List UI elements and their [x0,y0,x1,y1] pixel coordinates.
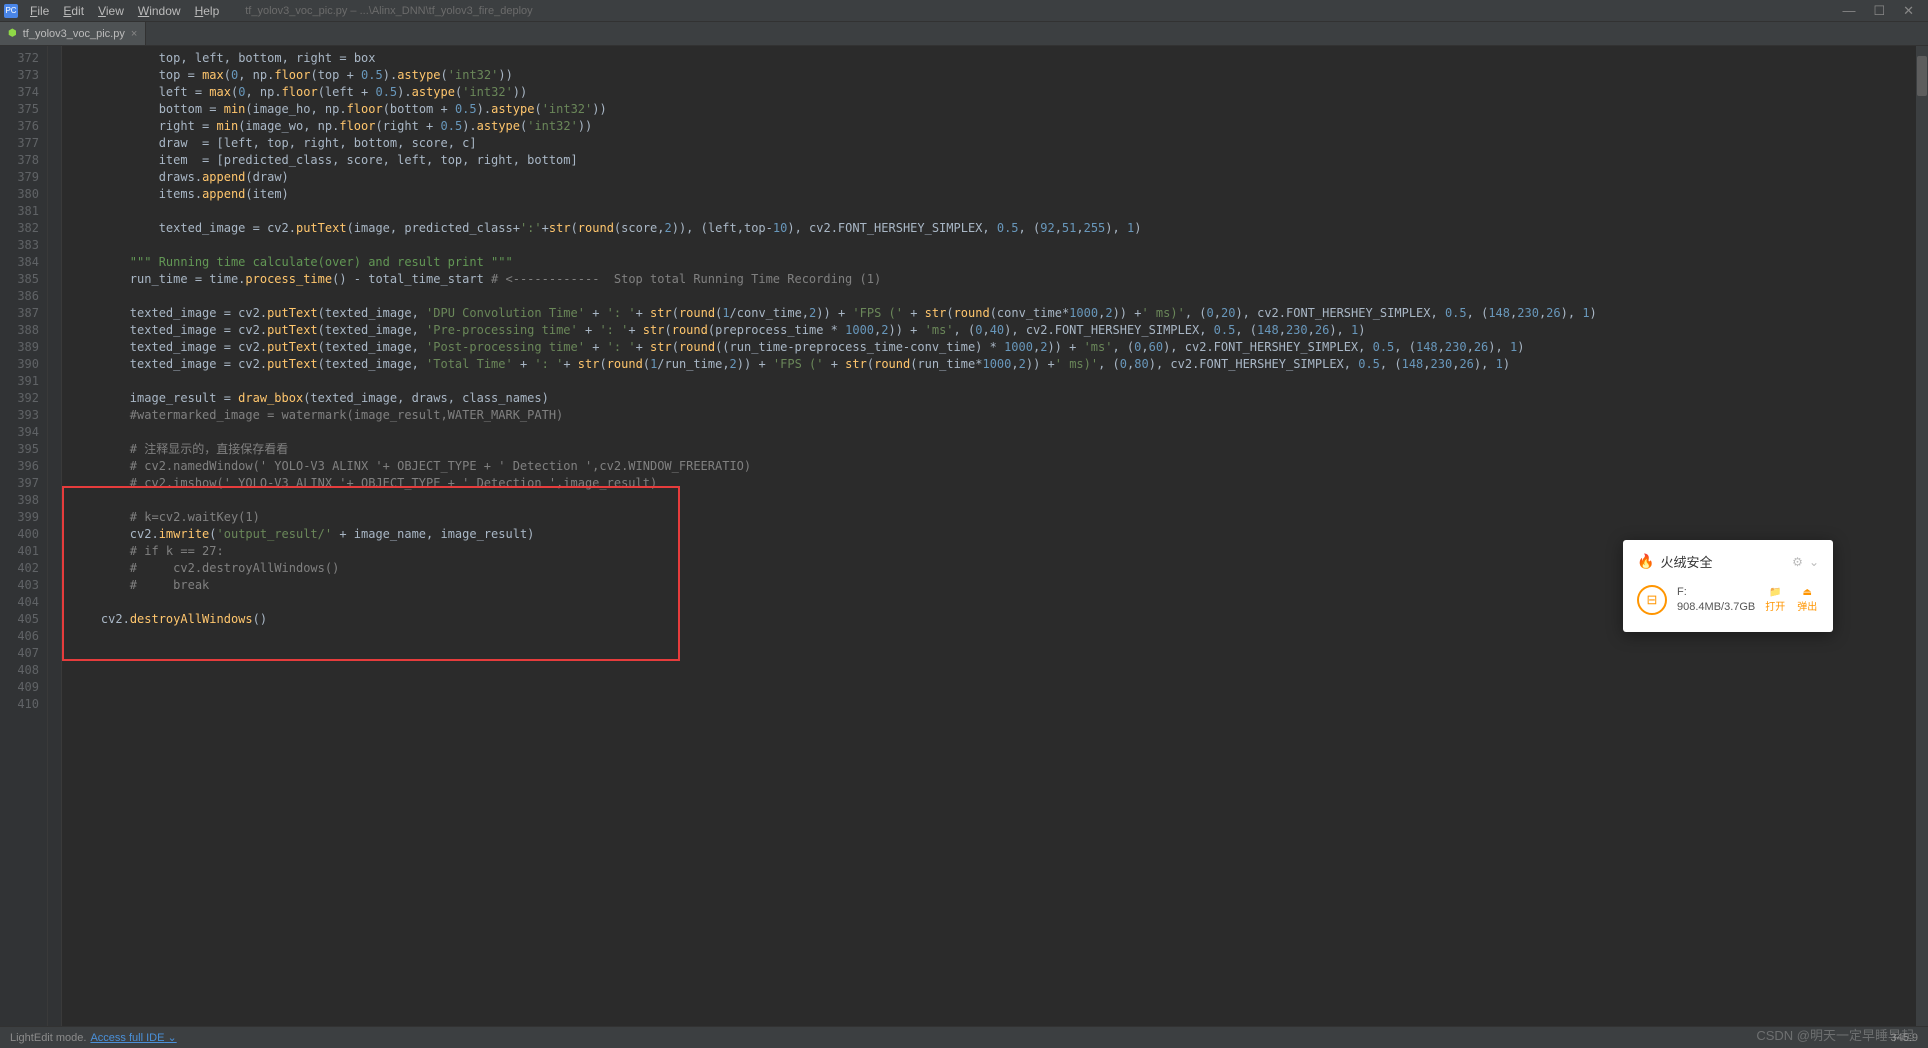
tab-bar: ⬢ tf_yolov3_voc_pic.py × [0,22,1928,46]
tab-close-icon[interactable]: × [131,28,137,40]
tab-file[interactable]: ⬢ tf_yolov3_voc_pic.py × [0,22,146,45]
code-line[interactable]: texted_image = cv2.putText(image, predic… [72,220,1928,237]
code-line[interactable]: item = [predicted_class, score, left, to… [72,152,1928,169]
menu-view[interactable]: View [92,2,130,20]
code-line[interactable] [72,645,1928,662]
popup-title: 火绒安全 [1660,552,1786,571]
code-line[interactable]: right = min(image_wo, np.floor(right + 0… [72,118,1928,135]
vertical-scrollbar[interactable] [1916,46,1928,1026]
eject-icon: ⏏ [1803,587,1812,598]
code-line[interactable]: top, left, bottom, right = box [72,50,1928,67]
app-icon: PC [4,4,18,18]
code-line[interactable] [72,373,1928,390]
eject-button[interactable]: ⏏ 弹出 [1797,587,1817,613]
code-line[interactable]: # cv2.imshow(' YOLO-V3 ALINX '+ OBJECT_T… [72,475,1928,492]
code-line[interactable]: left = max(0, np.floor(left + 0.5).astyp… [72,84,1928,101]
folder-icon: 📁 [1769,587,1781,598]
window-title: tf_yolov3_voc_pic.py – ...\Alinx_DNN\tf_… [245,5,532,17]
code-line[interactable]: image_result = draw_bbox(texted_image, d… [72,390,1928,407]
code-line[interactable]: texted_image = cv2.putText(texted_image,… [72,322,1928,339]
close-icon[interactable]: ✕ [1903,3,1914,19]
code-line[interactable]: # 注释显示的，直接保存看看 [72,441,1928,458]
gear-icon[interactable]: ⚙ [1792,555,1803,569]
menu-window[interactable]: Window [132,2,187,20]
code-line[interactable]: """ Running time calculate(over) and res… [72,254,1928,271]
editor[interactable]: 3723733743753763773783793803813823833843… [0,46,1928,1026]
scrollbar-thumb[interactable] [1917,56,1927,96]
code-line[interactable]: #watermarked_image = watermark(image_res… [72,407,1928,424]
flame-icon: 🔥 [1637,553,1654,570]
drive-info: F: 908.4MB/3.7GB [1677,585,1755,616]
status-mode: LightEdit mode. [10,1032,86,1044]
security-popup: 🔥 火绒安全 ⚙ ⌄ ⊟ F: 908.4MB/3.7GB 📁 打开 ⏏ 弹出 [1623,540,1833,632]
code-line[interactable]: texted_image = cv2.putText(texted_image,… [72,356,1928,373]
menu-file[interactable]: File [24,2,55,20]
maximize-icon[interactable]: ☐ [1873,3,1885,19]
code-line[interactable] [72,288,1928,305]
watermark: CSDN @明天一定早睡早起 [1756,1025,1914,1044]
code-line[interactable]: top = max(0, np.floor(top + 0.5).astype(… [72,67,1928,84]
minimize-icon[interactable]: — [1842,3,1855,19]
code-line[interactable]: items.append(item) [72,186,1928,203]
code-line[interactable] [72,203,1928,220]
menu-help[interactable]: Help [189,2,226,20]
line-gutter: 3723733743753763773783793803813823833843… [0,46,48,1026]
code-line[interactable]: bottom = min(image_ho, np.floor(bottom +… [72,101,1928,118]
code-line[interactable]: # cv2.namedWindow(' YOLO-V3 ALINX '+ OBJ… [72,458,1928,475]
status-bar: LightEdit mode. Access full IDE ⌄ 345:9 [0,1026,1928,1048]
title-bar: PC File Edit View Window Help tf_yolov3_… [0,0,1928,22]
fold-gutter [48,46,62,1026]
python-icon: ⬢ [8,28,17,39]
menu-bar: File Edit View Window Help [24,2,225,20]
code-line[interactable]: run_time = time.process_time() - total_t… [72,271,1928,288]
code-line[interactable] [72,662,1928,679]
code-line[interactable]: draw = [left, top, right, bottom, score,… [72,135,1928,152]
code-line[interactable] [72,492,1928,509]
open-button[interactable]: 📁 打开 [1765,587,1785,613]
code-line[interactable]: texted_image = cv2.putText(texted_image,… [72,339,1928,356]
usb-icon: ⊟ [1637,585,1667,615]
code-line[interactable] [72,679,1928,696]
status-link[interactable]: Access full IDE ⌄ [90,1031,176,1044]
chevron-down-icon[interactable]: ⌄ [1809,555,1819,569]
code-line[interactable]: draws.append(draw) [72,169,1928,186]
code-line[interactable]: texted_image = cv2.putText(texted_image,… [72,305,1928,322]
menu-edit[interactable]: Edit [57,2,90,20]
code-line[interactable] [72,424,1928,441]
tab-label: tf_yolov3_voc_pic.py [23,28,125,40]
code-line[interactable] [72,237,1928,254]
code-line[interactable]: # k=cv2.waitKey(1) [72,509,1928,526]
code-area[interactable]: top, left, bottom, right = box top = max… [62,46,1928,1026]
